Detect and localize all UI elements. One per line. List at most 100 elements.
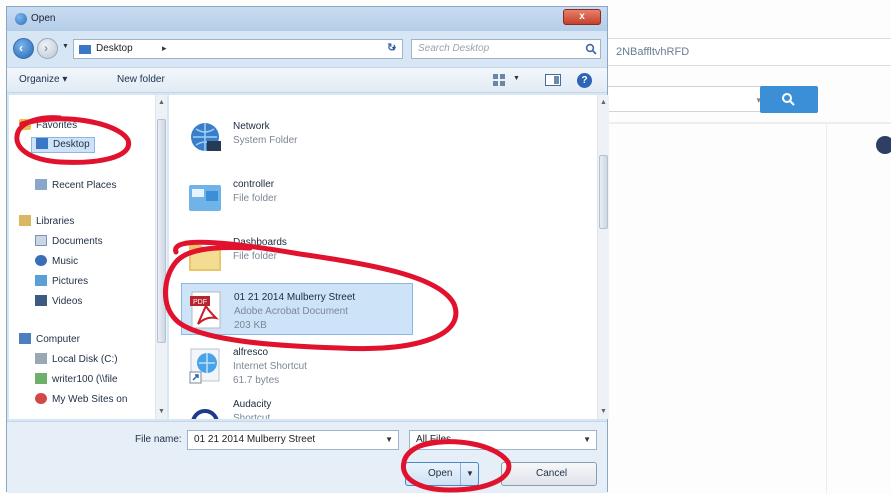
heart-icon [35, 393, 47, 404]
file-name: controller [233, 179, 275, 190]
search-icon[interactable] [585, 43, 597, 55]
file-type: Adobe Acrobat Document [234, 306, 348, 317]
file-name: Dashboards [233, 237, 287, 248]
dialog-title: Open [31, 13, 56, 24]
file-list: Network System Folder controller File fo… [169, 95, 597, 419]
folder-icon [189, 245, 221, 271]
nav-label: Videos [52, 296, 83, 307]
nav-label: Documents [52, 236, 103, 247]
file-type: Shortcut [233, 413, 271, 419]
notification-badge[interactable] [876, 136, 891, 154]
back-button[interactable]: ‹ [13, 38, 34, 59]
nav-web-sites[interactable]: My Web Sites on [35, 393, 127, 409]
refresh-button[interactable]: ↻ [387, 41, 403, 57]
open-button-label: Open [428, 468, 453, 479]
pdf-icon: PDF [190, 291, 221, 329]
network-drive-icon [35, 373, 47, 384]
forward-button[interactable]: › [37, 38, 58, 59]
file-type-select[interactable]: All Files ▼ [409, 430, 597, 450]
nav-label: Recent Places [52, 180, 117, 191]
search-input[interactable]: Search Desktop [411, 39, 601, 59]
scrollbar-thumb[interactable] [599, 155, 608, 229]
search-icon [782, 93, 795, 106]
desktop-icon [36, 138, 48, 149]
app-icon [15, 13, 27, 25]
help-icon[interactable]: ? [577, 73, 592, 88]
views-dropdown-icon[interactable]: ▼ [513, 75, 520, 82]
list-item[interactable]: Dashboards File folder [181, 229, 413, 281]
nav-music[interactable]: Music [35, 255, 78, 271]
scrollbar-thumb[interactable] [157, 119, 166, 343]
nav-libraries[interactable]: Libraries [19, 215, 74, 231]
nav-label: Libraries [36, 216, 75, 227]
screenshot: 2NBaffltvhRFD ▾ Open x ‹ › ▼ Desktop ▸ ▾… [0, 0, 891, 494]
nav-recent-places[interactable]: Recent Places [35, 179, 116, 195]
scroll-down-icon[interactable]: ▼ [600, 408, 607, 415]
background-divider [826, 124, 827, 494]
nav-desktop[interactable]: Desktop [31, 137, 95, 153]
browser-url-bar[interactable]: 2NBaffltvhRFD [608, 38, 891, 66]
file-name: alfresco [233, 347, 269, 358]
videos-icon [35, 295, 47, 306]
nav-computer[interactable]: Computer [19, 333, 80, 349]
pictures-icon [35, 275, 47, 286]
url-text: 2NBaffltvhRFD [616, 46, 690, 58]
navigation-pane: Favorites Desktop Recent Places Librarie… [9, 95, 157, 419]
list-item[interactable]: Network System Folder [181, 113, 413, 165]
list-item[interactable]: Audacity Shortcut [181, 391, 413, 419]
file-name-field[interactable]: 01 21 2014 Mulberry Street ▼ [187, 430, 399, 450]
background-search-button[interactable] [760, 86, 818, 113]
nav-favorites[interactable]: Favorites [19, 119, 77, 135]
chevron-down-icon[interactable]: ▼ [385, 435, 393, 444]
breadcrumb-arrow-icon[interactable]: ▸ [162, 43, 167, 54]
file-name-value: 01 21 2014 Mulberry Street [194, 434, 316, 445]
open-options-dropdown-icon[interactable]: ▼ [466, 469, 474, 478]
recent-locations-dropdown[interactable]: ▼ [62, 43, 69, 50]
search-placeholder: Search Desktop [418, 43, 490, 54]
documents-icon [35, 235, 47, 246]
command-toolbar: Organize ▾ New folder ▼ ? [7, 67, 607, 93]
new-folder-button[interactable]: New folder [117, 74, 165, 85]
forward-arrow-icon: › [44, 41, 48, 55]
preview-pane-icon[interactable] [545, 74, 561, 86]
file-type: File folder [233, 193, 277, 204]
nav-label: Desktop [53, 139, 90, 150]
libraries-icon [19, 215, 31, 226]
open-button[interactable]: Open ▼ [405, 462, 479, 486]
file-type: System Folder [233, 135, 298, 146]
nav-network-drive[interactable]: writer100 (\\file [35, 373, 118, 389]
cancel-button[interactable]: Cancel [501, 462, 597, 486]
background-divider [608, 122, 891, 124]
svg-text:PDF: PDF [193, 299, 207, 306]
recent-places-icon [35, 179, 47, 190]
nav-videos[interactable]: Videos [35, 295, 82, 311]
nav-documents[interactable]: Documents [35, 235, 103, 251]
file-size: 203 KB [234, 320, 267, 331]
close-button[interactable]: x [563, 9, 601, 25]
nav-pictures[interactable]: Pictures [35, 275, 88, 291]
background-search-input[interactable]: ▾ [608, 86, 768, 112]
file-name: Audacity [233, 399, 272, 410]
dialog-title-bar[interactable]: Open x [7, 7, 607, 31]
address-bar[interactable]: Desktop ▸ ▾ [73, 39, 403, 59]
internet-shortcut-icon [189, 348, 220, 384]
nav-label: Computer [36, 334, 80, 345]
scroll-up-icon[interactable]: ▲ [158, 99, 165, 106]
file-type: File folder [233, 251, 277, 262]
file-list-scrollbar[interactable]: ▲ ▼ [597, 95, 609, 419]
desktop-folder-icon [79, 45, 91, 54]
close-icon: x [579, 11, 585, 22]
views-icon[interactable] [493, 74, 509, 86]
scroll-up-icon[interactable]: ▲ [600, 99, 607, 106]
scroll-down-icon[interactable]: ▼ [158, 408, 165, 415]
list-item-selected[interactable]: PDF 01 21 2014 Mulberry Street Adobe Acr… [181, 283, 413, 335]
list-item[interactable]: controller File folder [181, 171, 413, 223]
navigation-scrollbar[interactable]: ▲ ▼ [155, 95, 167, 419]
file-type: Internet Shortcut [233, 361, 307, 372]
breadcrumb-desktop[interactable]: Desktop [96, 43, 133, 54]
nav-local-disk[interactable]: Local Disk (C:) [35, 353, 118, 369]
list-item[interactable]: alfresco Internet Shortcut 61.7 bytes [181, 339, 413, 391]
split-divider [460, 463, 461, 485]
chevron-down-icon[interactable]: ▼ [583, 435, 591, 444]
organize-menu[interactable]: Organize ▾ [19, 74, 67, 85]
